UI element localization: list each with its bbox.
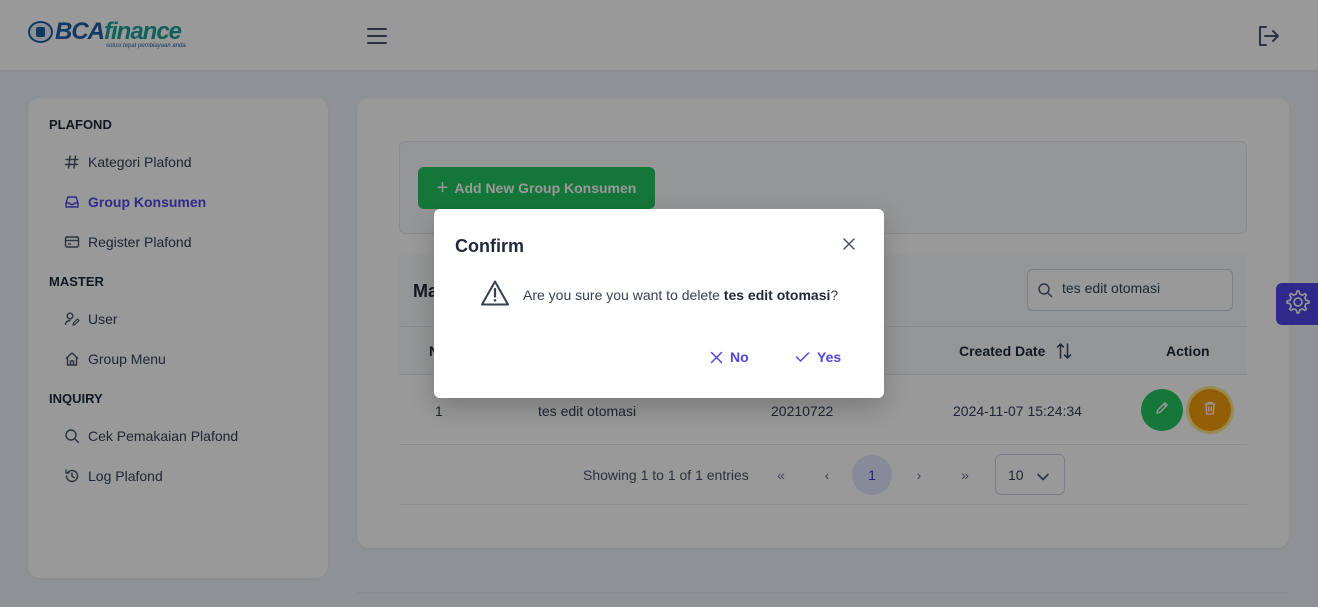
- dialog-title: Confirm: [455, 236, 524, 256]
- dialog-message: Are you sure you want to delete tes edit…: [523, 287, 839, 303]
- yes-button[interactable]: Yes: [795, 346, 841, 368]
- check-icon: [795, 352, 810, 362]
- no-button-label: No: [730, 349, 749, 365]
- confirm-dialog: Confirm Are you sure you want to delete …: [434, 209, 884, 398]
- warning-icon: [480, 279, 510, 312]
- dialog-message-target: tes edit otomasi: [723, 287, 831, 303]
- close-icon[interactable]: [838, 233, 860, 255]
- yes-button-label: Yes: [817, 349, 842, 365]
- times-icon: [710, 351, 723, 363]
- no-button[interactable]: No: [710, 346, 749, 368]
